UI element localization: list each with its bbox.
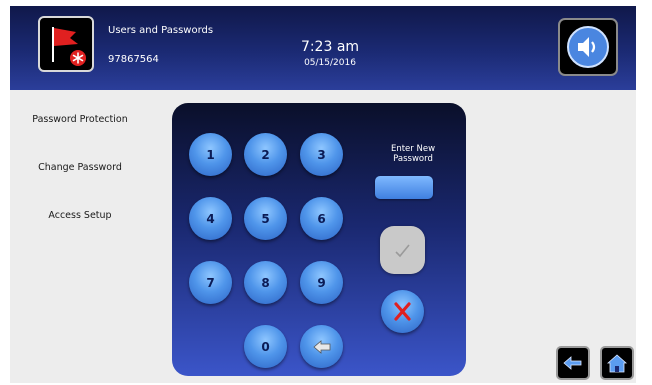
- backspace-button[interactable]: [300, 325, 343, 368]
- key-0[interactable]: 0: [244, 325, 287, 368]
- keypad-panel: 1 2 3 4 5 6 7 8 9 0 Enter New Password: [172, 103, 466, 376]
- menu-access-setup[interactable]: Access Setup: [10, 210, 150, 221]
- key-9[interactable]: 9: [300, 261, 343, 304]
- confirm-button[interactable]: [380, 226, 425, 274]
- key-3[interactable]: 3: [300, 133, 343, 176]
- clock-time: 7:23 am: [300, 39, 360, 55]
- device-id: 97867564: [108, 54, 159, 65]
- page-title: Users and Passwords: [108, 25, 214, 36]
- menu-password-protection[interactable]: Password Protection: [10, 114, 150, 125]
- red-x-icon: [394, 302, 411, 321]
- cancel-button[interactable]: [381, 290, 424, 333]
- key-5[interactable]: 5: [244, 197, 287, 240]
- clock-date: 05/15/2016: [304, 58, 356, 68]
- key-6[interactable]: 6: [300, 197, 343, 240]
- header-bar: Users and Passwords 97867564 7:23 am 05/…: [10, 6, 636, 90]
- key-1[interactable]: 1: [189, 133, 232, 176]
- menu-change-password[interactable]: Change Password: [10, 162, 150, 173]
- logo-button[interactable]: [38, 16, 94, 72]
- back-arrow-icon: [563, 356, 582, 370]
- key-7[interactable]: 7: [189, 261, 232, 304]
- sound-button[interactable]: [558, 18, 618, 76]
- new-password-field[interactable]: [375, 176, 433, 199]
- home-button[interactable]: [600, 346, 634, 380]
- home-icon: [606, 354, 628, 373]
- checkmark-icon: [395, 244, 410, 258]
- backspace-arrow-icon: [312, 339, 330, 354]
- red-flag-icon: [52, 27, 86, 66]
- key-8[interactable]: 8: [244, 261, 287, 304]
- back-button[interactable]: [556, 346, 590, 380]
- screen-frame: Users and Passwords 97867564 7:23 am 05/…: [10, 6, 636, 383]
- speaker-icon: [567, 26, 609, 68]
- key-4[interactable]: 4: [189, 197, 232, 240]
- enter-password-label: Enter New Password: [390, 144, 436, 164]
- key-2[interactable]: 2: [244, 133, 287, 176]
